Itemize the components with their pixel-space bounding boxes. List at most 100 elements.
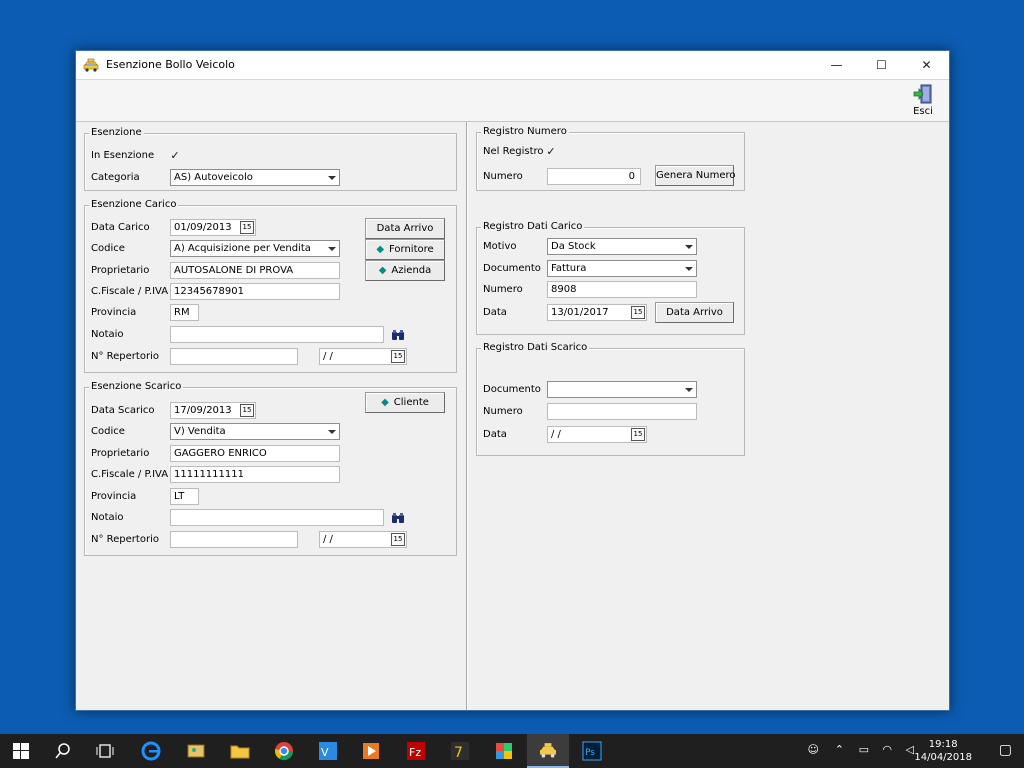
toolbar: Esci xyxy=(76,79,949,122)
nel-registro-checkbox[interactable]: ✓ xyxy=(545,146,557,158)
calendar-icon[interactable]: 15 xyxy=(240,221,254,234)
provincia-carico-input[interactable]: RM xyxy=(170,304,199,321)
numero-scarico-label: Numero xyxy=(483,406,523,417)
repertorio-carico-date[interactable]: / / 15 xyxy=(319,348,407,365)
repertorio-scarico-date[interactable]: / / 15 xyxy=(319,531,407,548)
documento-scarico-select[interactable] xyxy=(547,381,697,398)
calendar-icon[interactable]: 15 xyxy=(240,404,254,417)
numero-registro-input[interactable]: 0 xyxy=(547,168,641,185)
exit-button[interactable]: Esci xyxy=(909,83,937,121)
cf-carico-label: C.Fiscale / P.IVA xyxy=(91,286,169,297)
data-arrivo-registro-button[interactable]: Data Arrivo xyxy=(655,302,734,323)
group-registro-dati-scarico: Registro Dati Scarico Documento Numero D… xyxy=(476,342,745,456)
cliente-button[interactable]: ◆ Cliente xyxy=(365,392,445,413)
task-view-icon[interactable] xyxy=(84,734,126,768)
proprietario-carico-input[interactable]: AUTOSALONE DI PROVA xyxy=(170,262,340,279)
chevron-up-icon[interactable]: ⌃ xyxy=(835,743,844,756)
repertorio-scarico-label: N° Repertorio xyxy=(91,534,159,545)
binoculars-icon[interactable] xyxy=(389,509,407,526)
vs-icon[interactable]: V xyxy=(307,734,349,768)
group-esenzione-carico: Esenzione Carico Data Carico 01/09/2013 … xyxy=(84,199,457,373)
chevron-down-icon xyxy=(685,388,693,392)
azienda-button[interactable]: ◆ Azienda xyxy=(365,260,445,281)
notaio-scarico-input[interactable] xyxy=(170,509,384,526)
categoria-label: Categoria xyxy=(91,172,140,183)
media-player-icon[interactable] xyxy=(350,734,392,768)
calendar-icon[interactable]: 15 xyxy=(631,306,645,319)
calendar-icon[interactable]: 15 xyxy=(391,350,405,363)
car-icon xyxy=(83,58,99,72)
exit-door-icon xyxy=(909,83,937,105)
data-carico-field[interactable]: 01/09/2013 15 xyxy=(170,219,256,236)
file-explorer-icon[interactable] xyxy=(219,734,261,768)
chevron-down-icon xyxy=(328,247,336,251)
group-registro-numero: Registro Numero Nel Registro ✓ Numero 0 … xyxy=(476,126,745,191)
provincia-scarico-input[interactable]: LT xyxy=(170,488,199,505)
arrow-left-icon: ◆ xyxy=(376,244,385,255)
repertorio-carico-input[interactable] xyxy=(170,348,298,365)
genera-numero-button[interactable]: Genera Numero xyxy=(655,165,736,186)
volume-icon[interactable]: ◁ xyxy=(906,743,914,756)
calendar-icon[interactable]: 15 xyxy=(631,428,645,441)
codice-scarico-select[interactable]: V) Vendita xyxy=(170,423,340,440)
documento-scarico-label: Documento xyxy=(483,384,541,395)
window-title: Esenzione Bollo Veicolo xyxy=(106,58,235,71)
search-icon[interactable] xyxy=(42,734,84,768)
group-registro-numero-title: Registro Numero xyxy=(481,126,569,137)
start-icon[interactable] xyxy=(0,734,42,768)
fornitore-button[interactable]: ◆ Fornitore xyxy=(365,239,445,260)
group-registro-dati-carico: Registro Dati Carico Motivo Da Stock Doc… xyxy=(476,221,745,335)
notification-icon[interactable]: ▢ xyxy=(999,742,1012,758)
clock-date: 14/04/2018 xyxy=(914,752,972,763)
group-registro-carico-title: Registro Dati Carico xyxy=(481,221,585,232)
network-icon[interactable]: ◠ xyxy=(882,743,892,756)
taskbar: V Fz 7 Ps ☺ ⌃ ▭ ◠ ◁ 19:18 14/04/2018 ▢ xyxy=(0,734,1024,768)
in-esenzione-label: In Esenzione xyxy=(91,150,155,161)
close-button[interactable]: ✕ xyxy=(904,51,949,79)
repertorio-scarico-input[interactable] xyxy=(170,531,298,548)
numero-carico-input[interactable]: 8908 xyxy=(547,281,697,298)
notaio-carico-input[interactable] xyxy=(170,326,384,343)
cf-scarico-input[interactable]: 11111111111 xyxy=(170,466,340,483)
clock[interactable]: 19:18 14/04/2018 xyxy=(914,738,972,764)
proprietario-scarico-input[interactable]: GAGGERO ENRICO xyxy=(170,445,340,462)
nel-registro-label: Nel Registro xyxy=(483,146,544,157)
group-scarico-title: Esenzione Scarico xyxy=(89,381,184,392)
edge-icon[interactable] xyxy=(130,734,172,768)
title-bar[interactable]: Esenzione Bollo Veicolo — ☐ ✕ xyxy=(76,51,949,79)
in-esenzione-checkbox[interactable]: ✓ xyxy=(169,150,181,162)
photoshop-icon[interactable]: Ps xyxy=(571,734,613,768)
calendar-icon[interactable]: 15 xyxy=(391,533,405,546)
binoculars-icon[interactable] xyxy=(389,326,407,343)
7zip-icon[interactable]: 7 xyxy=(439,734,481,768)
filezilla-icon[interactable]: Fz xyxy=(395,734,437,768)
maximize-button[interactable]: ☐ xyxy=(859,51,904,79)
categoria-select[interactable]: AS) Autoveicolo xyxy=(170,169,340,186)
cf-carico-input[interactable]: 12345678901 xyxy=(170,283,340,300)
documento-carico-select[interactable]: Fattura xyxy=(547,260,697,277)
svg-text:7: 7 xyxy=(454,745,463,761)
group-esenzione-scarico: Esenzione Scarico Data Scarico 17/09/201… xyxy=(84,381,457,556)
group-esenzione: Esenzione In Esenzione ✓ Categoria AS) A… xyxy=(84,127,457,191)
arrow-left-icon: ◆ xyxy=(378,265,387,276)
office-app-icon[interactable] xyxy=(483,734,525,768)
clock-time: 19:18 xyxy=(928,739,958,750)
documento-carico-label: Documento xyxy=(483,263,541,274)
data-registro-carico-field[interactable]: 13/01/2017 15 xyxy=(547,304,647,321)
photo-app-icon[interactable] xyxy=(175,734,217,768)
people-icon[interactable]: ☺ xyxy=(808,743,819,756)
data-registro-scarico-field[interactable]: / / 15 xyxy=(547,426,647,443)
battery-icon[interactable]: ▭ xyxy=(859,743,869,756)
codice-carico-select[interactable]: A) Acquisizione per Vendita xyxy=(170,240,340,257)
chrome-icon[interactable] xyxy=(263,734,305,768)
data-arrivo-button[interactable]: Data Arrivo xyxy=(365,218,445,239)
motivo-select[interactable]: Da Stock xyxy=(547,238,697,255)
numero-scarico-input[interactable] xyxy=(547,403,697,420)
data-carico-label: Data Carico xyxy=(91,222,150,233)
group-registro-scarico-title: Registro Dati Scarico xyxy=(481,342,590,353)
bollo-app-icon[interactable] xyxy=(527,734,569,768)
proprietario-scarico-label: Proprietario xyxy=(91,448,150,459)
data-scarico-field[interactable]: 17/09/2013 15 xyxy=(170,402,256,419)
provincia-carico-label: Provincia xyxy=(91,307,137,318)
minimize-button[interactable]: — xyxy=(814,51,859,79)
